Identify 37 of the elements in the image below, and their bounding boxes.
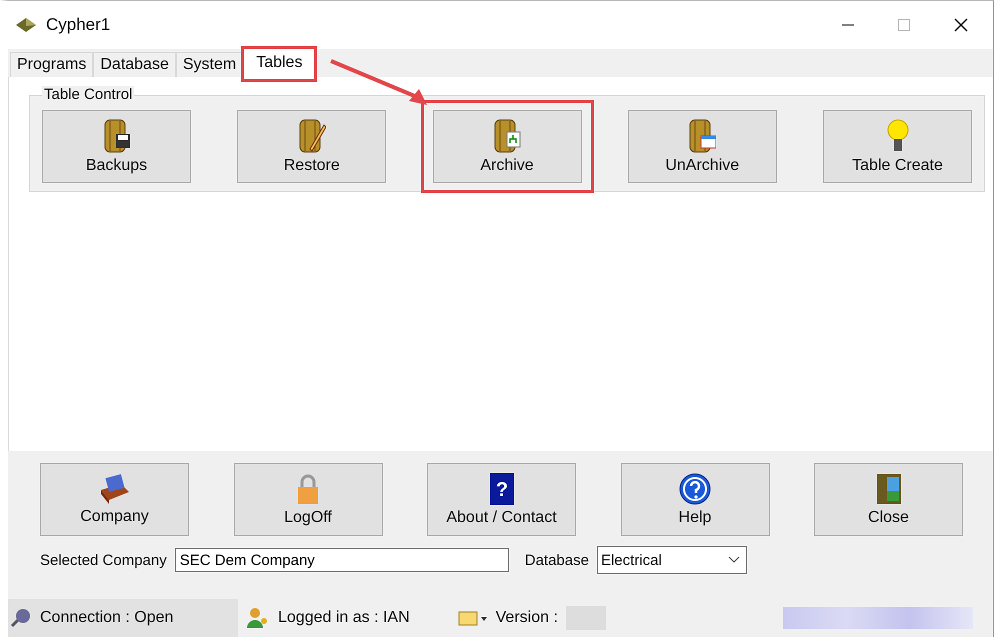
lock-button[interactable]: LogOff: [234, 463, 382, 536]
database-unarchive-icon: [688, 118, 716, 152]
logged-in-user: Logged in as : IAN: [278, 609, 410, 627]
version-label: Version :: [496, 609, 558, 627]
app-logo-icon: [16, 18, 36, 32]
door-icon: [874, 472, 902, 504]
user-key-icon: [246, 607, 270, 629]
database-label: Database: [524, 552, 589, 568]
question-button[interactable]: ? About / Contact: [427, 463, 576, 536]
bulb-button[interactable]: Table Create: [823, 110, 972, 183]
padlock-icon: [296, 472, 320, 504]
door-button[interactable]: Close: [814, 463, 963, 536]
tab[interactable]: Database: [93, 52, 176, 77]
tab[interactable]: System: [176, 52, 244, 77]
unarchive-button[interactable]: UnArchive: [628, 110, 777, 183]
help-button[interactable]: Help: [620, 463, 770, 536]
database-archive-icon: [493, 118, 521, 152]
company-button[interactable]: Company: [40, 463, 189, 536]
archive-button[interactable]: Archive: [432, 110, 582, 183]
chevron-down-icon: [728, 556, 740, 564]
database-dropdown[interactable]: Electrical: [596, 546, 747, 574]
help-icon: [679, 472, 711, 504]
connection-status: Connection : Open: [40, 609, 174, 627]
tab[interactable]: Tables: [243, 48, 316, 80]
lightbulb-icon: [886, 118, 908, 152]
question-mark-icon: ?: [490, 472, 514, 504]
database-backup-icon: [102, 118, 130, 152]
envelope-dropdown-icon[interactable]: [458, 610, 488, 626]
card-box-icon: [98, 474, 130, 504]
restore-button[interactable]: Restore: [237, 110, 386, 183]
window-title: Cypher1: [46, 15, 110, 35]
database-restore-icon: [298, 118, 326, 152]
selected-company-field[interactable]: SEC Dem Company: [174, 548, 509, 572]
backup-button[interactable]: Backups: [42, 110, 191, 183]
close-icon[interactable]: [954, 18, 968, 32]
selected-company-label: Selected Company: [40, 552, 167, 568]
tab[interactable]: Programs: [10, 52, 94, 77]
